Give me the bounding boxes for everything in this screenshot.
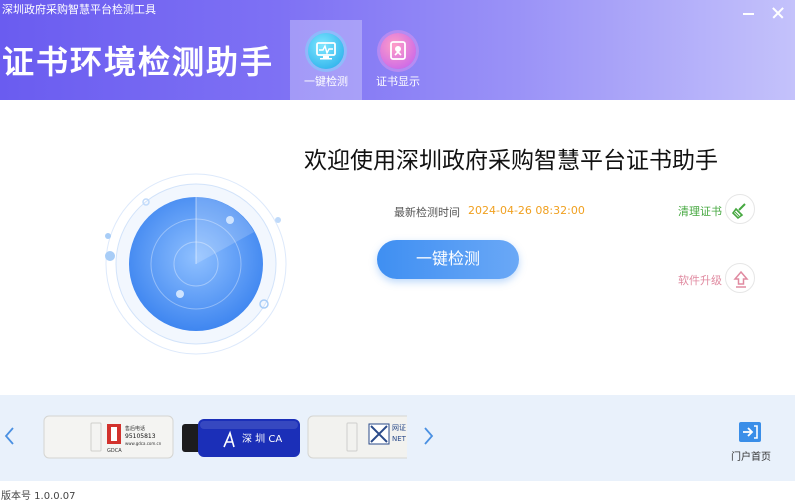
svg-text:售后电话: 售后电话 [125, 425, 145, 432]
device-carousel: GDCA 售后电话 95105813 www.gdca.com.cn 深 圳 C… [0, 395, 795, 481]
last-check-label: 最新检测时间 [394, 206, 460, 219]
broom-icon [725, 194, 755, 224]
window-title: 深圳政府采购智慧平台检测工具 [2, 3, 156, 16]
device-gdca-key: GDCA 售后电话 95105813 www.gdca.com.cn [43, 415, 174, 459]
tab-label: 证书显示 [376, 75, 420, 88]
carousel-next-icon[interactable] [420, 425, 436, 447]
svg-text:GDCA: GDCA [107, 448, 122, 454]
close-icon[interactable] [771, 6, 785, 20]
tab-label: 一键检测 [304, 75, 348, 88]
monitor-check-icon [308, 33, 344, 69]
tab-certificate-display[interactable]: 证书显示 [362, 20, 434, 100]
minimize-icon[interactable] [742, 6, 756, 20]
svg-text:深 圳 CA: 深 圳 CA [242, 433, 282, 445]
header-banner: 深圳政府采购智慧平台检测工具 证书环境检测助手 一键检测 证书显示 [0, 0, 795, 100]
portal-home-label: 门户首页 [731, 452, 771, 463]
portal-login-icon [738, 421, 762, 443]
upload-arrow-icon [725, 263, 755, 293]
svg-text:NET: NET [392, 435, 407, 443]
last-check-time: 2024-04-26 08:32:00 [468, 204, 585, 217]
upgrade-label: 软件升级 [678, 274, 722, 287]
device-szca-key: 深 圳 CA [182, 415, 300, 459]
tab-one-click-detect[interactable]: 一键检测 [290, 20, 362, 100]
device-netca-key: 网证 NET [307, 415, 419, 459]
portal-home-button[interactable]: 门户首页 [726, 421, 776, 466]
app-title: 证书环境检测助手 [2, 43, 275, 81]
one-click-detect-button[interactable]: 一键检测 [377, 240, 519, 279]
radar-graphic [104, 172, 288, 356]
upgrade-button[interactable]: 软件升级 [678, 263, 758, 295]
certificate-icon [380, 33, 416, 69]
version-text: 版本号 1.0.0.07 [1, 491, 76, 500]
carousel-prev-icon[interactable] [2, 425, 18, 447]
clear-cert-label: 清理证书 [678, 205, 722, 218]
clear-cert-button[interactable]: 清理证书 [678, 194, 758, 226]
welcome-heading: 欢迎使用深圳政府采购智慧平台证书助手 [304, 148, 718, 174]
svg-text:网证: 网证 [392, 424, 406, 432]
svg-text:95105813: 95105813 [125, 433, 156, 440]
svg-text:www.gdca.com.cn: www.gdca.com.cn [125, 441, 162, 446]
